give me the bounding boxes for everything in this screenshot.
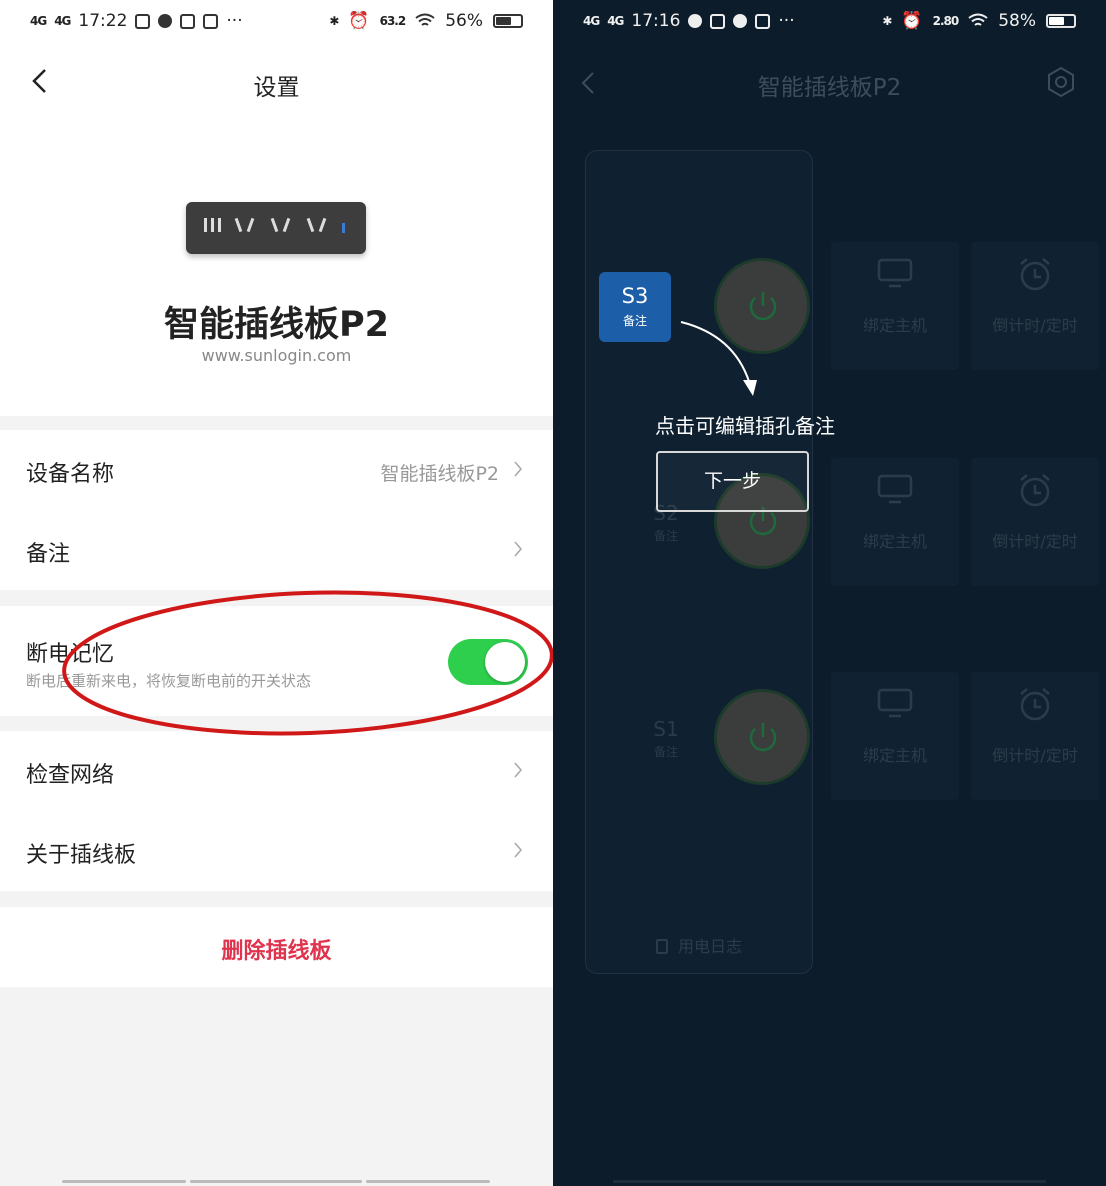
bind-host-tile-s2[interactable]: 绑定主机 <box>831 458 959 586</box>
alarm-icon: ⏰ <box>348 11 370 31</box>
chevron-right-icon <box>514 762 523 778</box>
socket-label-s1[interactable]: S1 备注 <box>636 717 696 760</box>
delete-strip-button[interactable]: 删除插线板 <box>0 933 553 965</box>
monitor-icon <box>877 474 913 504</box>
app-notification-icon <box>158 14 173 28</box>
power-memory-row: 断电记忆 断电后重新来电，将恢复断电前的开关状态 <box>0 606 553 716</box>
device-control-screen: 4G 4G 17:16 ··· ✱ ⏰ 2.80 58% 智能插线板P2 S2 备… <box>553 0 1106 1186</box>
status-time: 17:22 <box>78 11 128 31</box>
battery-icon <box>1046 14 1076 28</box>
app-notification-icon <box>755 13 771 29</box>
power-memory-toggle[interactable] <box>448 639 528 685</box>
status-bar: 4G 4G 17:22 ··· ✱ ⏰ 63.2 56% <box>0 0 553 44</box>
alarm-clock-icon <box>1020 688 1050 721</box>
status-time: 17:16 <box>631 11 681 31</box>
home-indicator <box>613 1180 1046 1183</box>
device-name-row[interactable]: 设备名称 智能插线板P2 <box>0 430 553 510</box>
wifi-icon <box>968 13 988 26</box>
wifi-icon <box>415 13 435 26</box>
app-notification-icon <box>688 14 703 28</box>
power-button-s1[interactable] <box>714 689 810 785</box>
settings-group-memory: 断电记忆 断电后重新来电，将恢复断电前的开关状态 <box>0 606 553 716</box>
home-indicator <box>366 1180 490 1183</box>
network-speed: 2.80 <box>932 14 960 28</box>
timer-tile-s1[interactable]: 倒计时/定时 <box>971 672 1099 800</box>
power-icon <box>749 723 777 752</box>
app-notification-icon <box>733 14 748 28</box>
check-network-row[interactable]: 检查网络 <box>0 731 553 811</box>
row-label: 设备名称 <box>26 462 115 487</box>
next-step-button[interactable]: 下一步 <box>656 451 809 512</box>
socket-label-s3-highlight[interactable]: S3 备注 <box>599 272 671 342</box>
device-url: www.sunlogin.com <box>201 346 352 365</box>
row-value: 智能插线板P2 <box>380 463 499 485</box>
bluetooth-icon: ✱ <box>882 14 892 28</box>
alarm-icon: ⏰ <box>901 11 923 31</box>
timer-tile-s2[interactable]: 倒计时/定时 <box>971 458 1099 586</box>
signal-icon: 4G <box>54 14 71 28</box>
bind-host-tile-s3[interactable]: 绑定主机 <box>831 242 959 370</box>
power-log-button[interactable]: 用电日志 <box>586 933 812 957</box>
gear-icon[interactable] <box>1045 66 1077 98</box>
network-speed: 63.2 <box>379 14 407 28</box>
signal-icon: 4G <box>30 14 47 28</box>
device-name: 智能插线板P2 <box>163 305 389 345</box>
bluetooth-icon: ✱ <box>329 14 339 28</box>
page-title: 设置 <box>253 75 300 101</box>
signal-icon: 4G <box>583 14 600 28</box>
battery-percent: 58% <box>998 11 1036 31</box>
chevron-right-icon <box>514 461 523 477</box>
chevron-right-icon <box>514 541 523 557</box>
signal-icon: 4G <box>607 14 624 28</box>
row-description: 断电后重新来电，将恢复断电前的开关状态 <box>26 672 312 690</box>
bind-host-tile-s1[interactable]: 绑定主机 <box>831 672 959 800</box>
app-notification-icon <box>135 13 151 29</box>
chevron-right-icon <box>514 842 523 858</box>
home-indicator <box>190 1180 362 1183</box>
power-strip-image <box>186 202 366 254</box>
guide-arrow-icon <box>680 321 757 396</box>
row-label: 关于插线板 <box>26 843 137 868</box>
app-notification-icon <box>710 13 726 29</box>
home-indicator <box>62 1180 186 1183</box>
about-row[interactable]: 关于插线板 <box>0 811 553 891</box>
more-notifications-icon: ··· <box>226 11 243 31</box>
settings-group-more: 检查网络 关于插线板 <box>0 731 553 891</box>
app-notification-icon <box>203 13 219 29</box>
row-label: 检查网络 <box>26 763 115 788</box>
settings-group-basic: 设备名称 智能插线板P2 备注 <box>0 430 553 590</box>
alarm-clock-icon <box>1020 474 1050 507</box>
guide-hint: 点击可编辑插孔备注 <box>655 414 835 438</box>
device-card: 智能插线板P2 www.sunlogin.com <box>0 120 553 416</box>
app-notification-icon <box>180 13 196 29</box>
row-label: 断电记忆 <box>26 642 115 667</box>
timer-tile-s3[interactable]: 倒计时/定时 <box>971 242 1099 370</box>
more-notifications-icon: ··· <box>778 11 795 31</box>
battery-icon <box>493 14 523 28</box>
delete-group: 删除插线板 <box>0 907 553 987</box>
toggle-knob <box>485 642 525 682</box>
document-icon <box>655 939 668 954</box>
alarm-clock-icon <box>1020 258 1050 291</box>
nav-bar: 设置 <box>0 44 553 120</box>
monitor-icon <box>877 258 913 288</box>
settings-screen: 4G 4G 17:22 ··· ✱ ⏰ 63.2 56% 设置 智能插线板P2 … <box>0 0 553 1186</box>
battery-percent: 56% <box>445 11 483 31</box>
monitor-icon <box>877 688 913 718</box>
status-bar: 4G 4G 17:16 ··· ✱ ⏰ 2.80 58% <box>553 0 1106 44</box>
remark-row[interactable]: 备注 <box>0 510 553 590</box>
device-title: 智能插线板P2 <box>757 75 902 101</box>
row-label: 备注 <box>26 542 71 567</box>
